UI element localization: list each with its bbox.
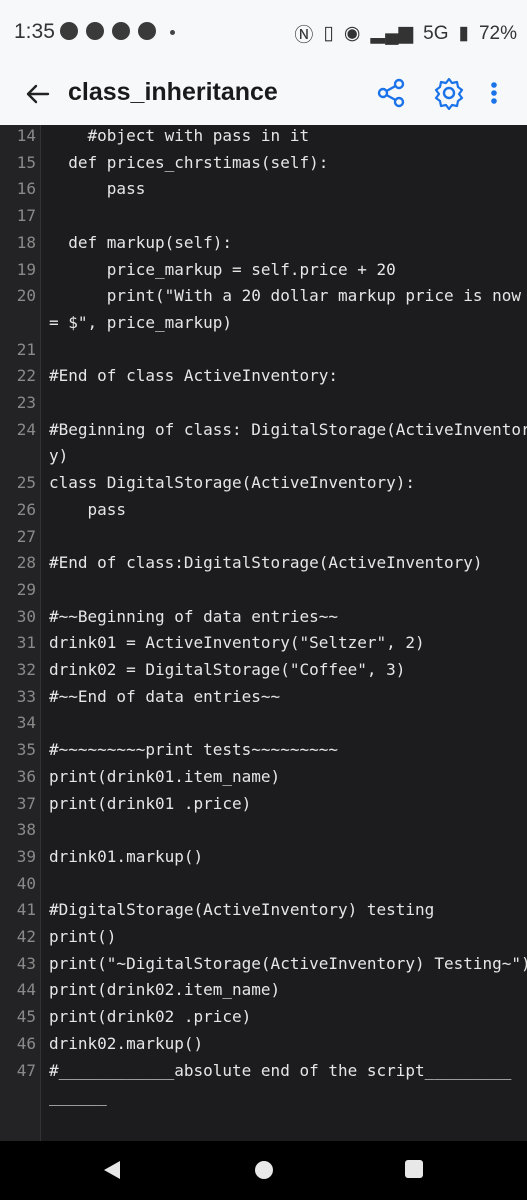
line-number: 26 xyxy=(16,499,36,519)
top-area: 1:35 Ⓝ ▯ ◉ ▂▄▆ 5G ▮ 72% class_inheritanc… xyxy=(0,0,527,125)
line-number: 22 xyxy=(16,366,36,386)
line-number: 44 xyxy=(16,980,36,1000)
facebook-icon xyxy=(60,22,78,40)
code-text: def prices_chrstimas(self): xyxy=(49,152,329,172)
vibrate-icon: ▯ xyxy=(323,23,334,44)
more-vert-icon xyxy=(491,82,497,104)
line-number: 27 xyxy=(16,526,36,546)
line-number: 24 xyxy=(16,419,36,439)
page-title: class_inheritance xyxy=(68,78,278,106)
line-number: 15 xyxy=(16,152,36,172)
line-number: 46 xyxy=(16,1033,36,1053)
line-number: 17 xyxy=(16,206,36,226)
code-text: print(drink02 .price) xyxy=(49,1007,252,1027)
nav-recents-button[interactable] xyxy=(404,1159,424,1184)
code-text: drink01 = ActiveInventory("Seltzer", 2) xyxy=(49,633,425,653)
code-text: = $", price_markup) xyxy=(49,312,233,332)
code-text: #~~Beginning of data entries~~ xyxy=(49,606,338,626)
status-time: 1:35 xyxy=(14,20,55,43)
facebook-icon xyxy=(112,22,130,40)
code-text: print(drink01 .price) xyxy=(49,793,252,813)
code-text: #~~~~~~~~~print tests~~~~~~~~~ xyxy=(49,740,338,760)
line-number: 25 xyxy=(16,473,36,493)
line-number: 30 xyxy=(16,606,36,626)
code-text: class DigitalStorage(ActiveInventory): xyxy=(49,473,416,493)
code-text: print() xyxy=(49,927,117,946)
code-text: #object with pass in it xyxy=(49,126,310,145)
more-options-button[interactable] xyxy=(484,76,504,110)
code-text: print(drink01.item_name) xyxy=(49,766,281,786)
line-number: 33 xyxy=(16,686,36,706)
battery-icon: ▮ xyxy=(458,23,469,44)
line-number: 39 xyxy=(16,846,36,866)
line-number: 19 xyxy=(16,259,36,279)
line-number: 41 xyxy=(16,900,36,920)
code-text: #Beginning of class: DigitalStorage(Acti… xyxy=(49,419,527,439)
line-number: 28 xyxy=(16,553,36,573)
status-bar: 1:35 Ⓝ ▯ ◉ ▂▄▆ 5G ▮ 72% xyxy=(0,0,527,66)
code-editor[interactable]: 14 #object with pass in it 15 def prices_… xyxy=(0,125,527,1141)
notification-icons xyxy=(60,22,156,40)
network-type: 5G xyxy=(423,22,449,44)
app-bar: class_inheritance xyxy=(0,66,527,124)
code-text: drink02 = DigitalStorage("Coffee", 3) xyxy=(49,660,406,679)
code-text: #End of class ActiveInventory: xyxy=(49,366,338,386)
navigation-bar xyxy=(0,1141,527,1200)
square-recents-icon xyxy=(405,1160,423,1178)
share-icon xyxy=(377,78,405,108)
settings-button[interactable] xyxy=(432,76,466,111)
line-number: 14 xyxy=(16,126,36,145)
back-button[interactable] xyxy=(20,76,56,112)
line-number: 42 xyxy=(16,927,36,946)
facebook-icon xyxy=(138,22,156,40)
code-text: #~~End of data entries~~ xyxy=(49,686,281,706)
line-number: 21 xyxy=(16,339,36,359)
line-number: 31 xyxy=(16,633,36,653)
code-text: drink01.markup() xyxy=(49,846,204,866)
line-number: 29 xyxy=(16,579,36,599)
line-number: 20 xyxy=(16,286,36,306)
more-notifications-dot xyxy=(170,30,175,35)
code-text: #End of class:DigitalStorage(ActiveInven… xyxy=(49,553,483,573)
line-number: 47 xyxy=(16,1060,36,1080)
system-icons: Ⓝ ▯ ◉ ▂▄▆ 5G ▮ 72% xyxy=(294,20,517,47)
code-text: #DigitalStorage(ActiveInventory) testing xyxy=(49,900,435,920)
line-number: 35 xyxy=(16,740,36,760)
line-number: 37 xyxy=(16,793,36,813)
share-button[interactable] xyxy=(374,76,408,110)
code-text: price_markup = self.price + 20 xyxy=(49,259,396,279)
code-text: drink02.markup() xyxy=(49,1033,204,1053)
gear-icon xyxy=(434,77,464,111)
code-text: pass xyxy=(49,179,146,199)
line-number: 40 xyxy=(16,873,36,893)
hotspot-icon: ◉ xyxy=(343,23,361,44)
code-text: #____________absolute end of the script_… xyxy=(49,1060,512,1080)
code-text: print(drink02.item_name) xyxy=(49,980,281,1000)
triangle-back-icon xyxy=(104,1161,120,1179)
code-text: def markup(self): xyxy=(49,232,233,252)
battery-percent: 72% xyxy=(478,22,517,44)
line-number: 38 xyxy=(16,820,36,840)
signal-icon: ▂▄▆ xyxy=(370,23,414,44)
line-number: 36 xyxy=(16,766,36,786)
line-number: 32 xyxy=(16,660,36,679)
circle-home-icon xyxy=(255,1161,273,1179)
nav-home-button[interactable] xyxy=(253,1159,275,1186)
line-number: 43 xyxy=(16,953,36,973)
line-number: 18 xyxy=(16,232,36,252)
line-number: 23 xyxy=(16,393,36,412)
line-number: 34 xyxy=(16,713,36,733)
line-number: 45 xyxy=(16,1007,36,1027)
line-number: 16 xyxy=(16,179,36,199)
nav-back-button[interactable] xyxy=(102,1159,122,1186)
back-arrow-icon xyxy=(26,84,50,104)
code-text: ______ xyxy=(49,1087,107,1107)
nfc-icon: Ⓝ xyxy=(294,25,314,46)
code-text: print("~DigitalStorage(ActiveInventory) … xyxy=(49,953,527,973)
code-text: print("With a 20 dollar markup price is … xyxy=(49,286,522,306)
code-text: y) xyxy=(49,446,69,466)
code-text: pass xyxy=(49,499,127,519)
facebook-icon xyxy=(86,22,104,40)
